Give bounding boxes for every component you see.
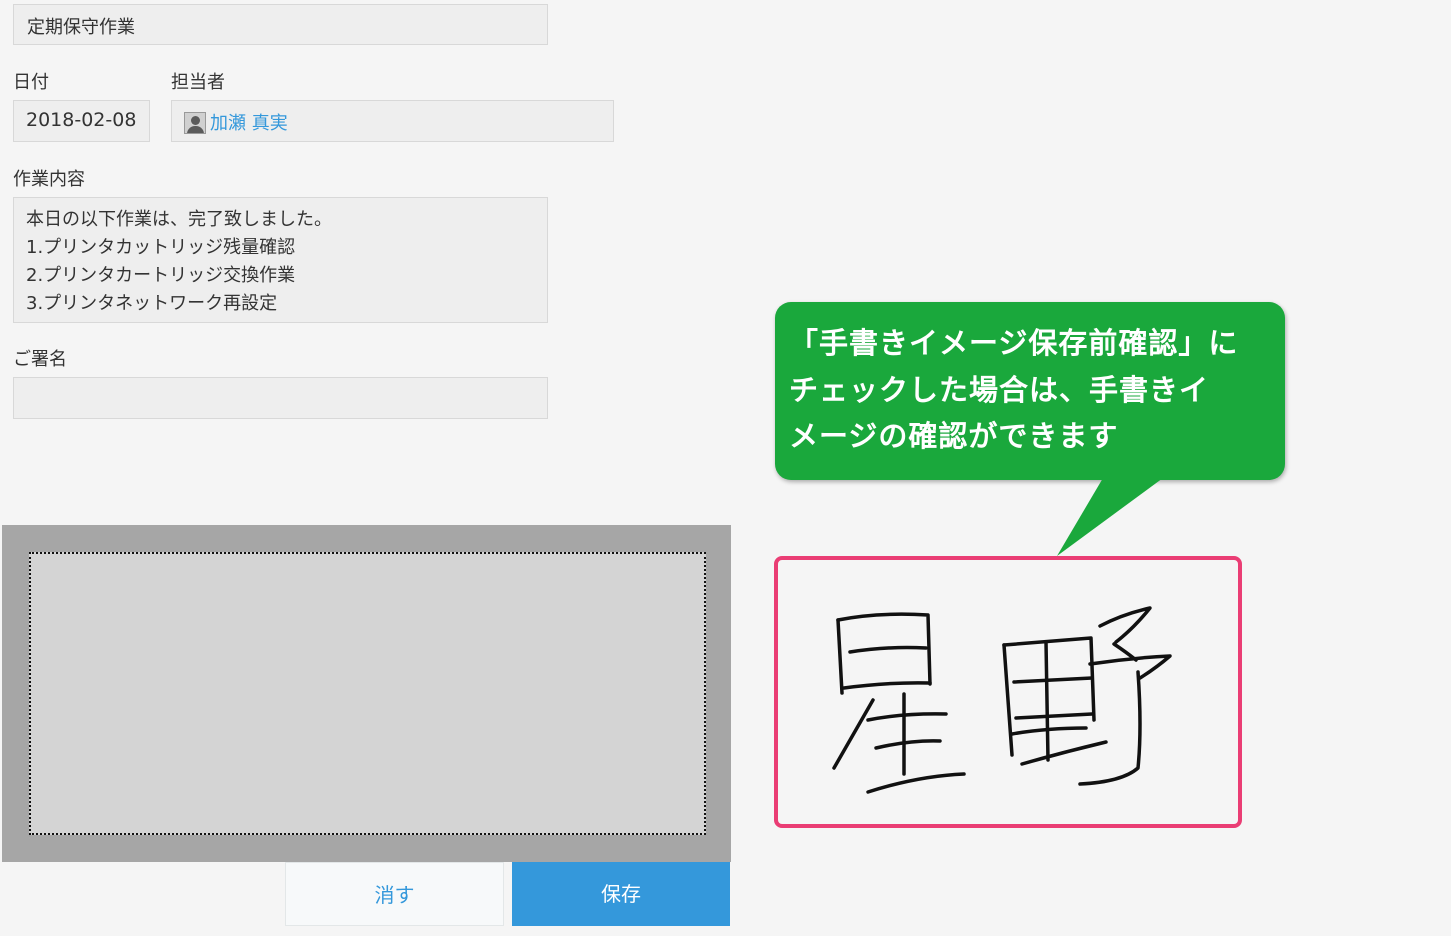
callout-tail-icon	[1057, 478, 1163, 556]
content-label: 作業内容	[13, 169, 85, 190]
content-line: 3.プリンタネットワーク再設定	[26, 293, 278, 314]
title-field: 定期保守作業	[13, 4, 548, 45]
save-button[interactable]: 保存	[512, 862, 730, 926]
date-value: 2018-02-08	[26, 109, 137, 131]
callout-text: メージの確認ができます	[789, 419, 1119, 453]
signature-preview	[774, 556, 1242, 828]
content-line: 1.プリンタカットリッジ残量確認	[26, 237, 296, 258]
content-line: 2.プリンタカートリッジ交換作業	[26, 265, 296, 286]
callout-text: チェックした場合は、手書きイ	[789, 373, 1210, 407]
assignee-link[interactable]: 加瀬 真実	[210, 109, 288, 135]
content-field: 本日の以下作業は、完了致しました。 1.プリンタカットリッジ残量確認 2.プリン…	[13, 197, 548, 323]
callout-bubble: 「手書きイメージ保存前確認」に チェックした場合は、手書きイ メージの確認ができ…	[775, 302, 1285, 480]
assignee-label: 担当者	[171, 72, 225, 93]
content-line: 本日の以下作業は、完了致しました。	[26, 209, 332, 230]
date-field: 2018-02-08	[13, 100, 150, 142]
signature-canvas[interactable]	[29, 552, 706, 835]
assignee-field: 加瀬 真実	[171, 100, 614, 142]
signature-label: ご署名	[13, 349, 67, 370]
signature-field[interactable]	[13, 377, 548, 419]
title-value: 定期保守作業	[27, 17, 135, 38]
user-avatar-icon	[184, 112, 206, 134]
date-label: 日付	[13, 72, 49, 93]
clear-button[interactable]: 消す	[285, 862, 504, 926]
signature-pad	[2, 525, 731, 862]
handwritten-signature-image	[832, 606, 1172, 794]
callout-text: 「手書きイメージ保存前確認」に	[789, 326, 1239, 360]
